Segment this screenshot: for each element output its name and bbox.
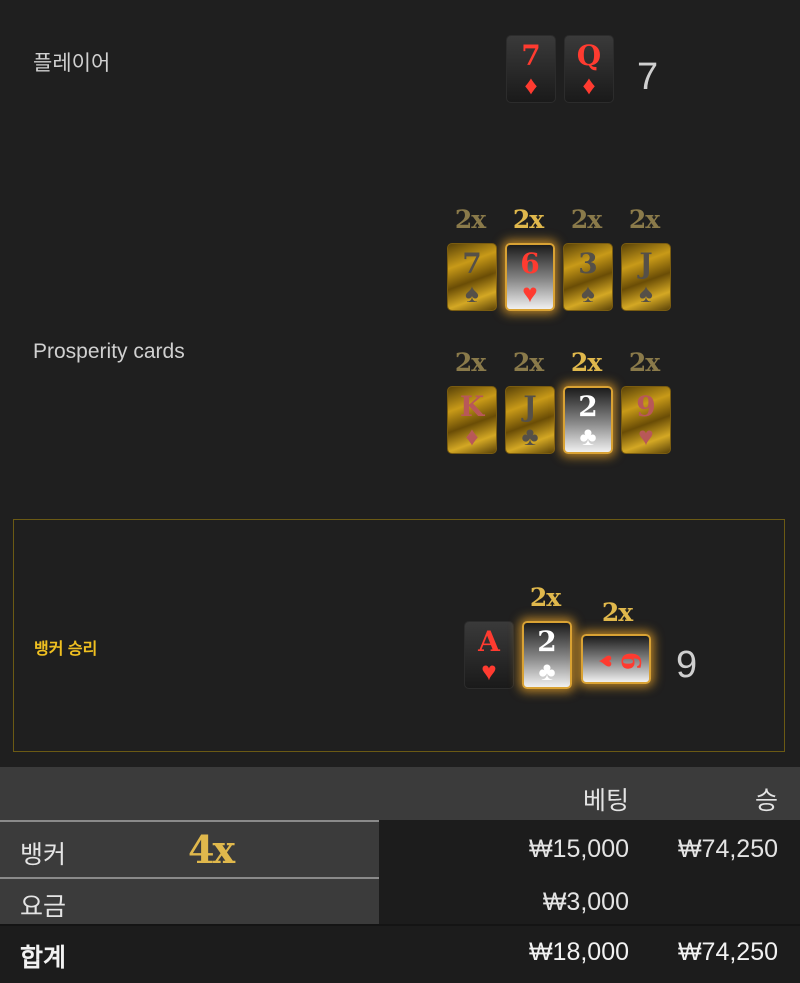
- spade-icon: ♠: [581, 278, 595, 308]
- card-rank: 6: [615, 651, 645, 671]
- total-win-amount: ₩74,250: [677, 938, 778, 966]
- club-icon: ♣: [521, 421, 539, 451]
- heart-icon: ♥: [522, 278, 538, 308]
- total-bet-amount: ₩18,000: [528, 938, 629, 966]
- multiplier-badge: 2x: [529, 583, 561, 612]
- card-rank: 7: [462, 247, 482, 280]
- multiplier-badge: 2x: [601, 598, 633, 627]
- table-total-row: 합계 ₩18,000 ₩74,250: [0, 924, 800, 983]
- player-card-1: 7 ♦: [506, 35, 556, 103]
- row-name: 뱅커: [20, 841, 67, 869]
- player-label: 플레이어: [33, 52, 111, 75]
- player-score: 7: [637, 56, 659, 98]
- multiplier-badge: 2x: [512, 348, 544, 377]
- card-rank: 2: [578, 390, 598, 423]
- banker-card-1: A ♥: [464, 621, 514, 689]
- banker-win-panel: [13, 519, 785, 752]
- prosperity-label: Prosperity cards: [33, 340, 185, 363]
- card-rank: 2: [537, 625, 557, 658]
- card-rank: J: [639, 247, 653, 280]
- table-row: 요금 ₩3,000: [0, 877, 800, 924]
- bet-amount: ₩3,000: [542, 888, 629, 916]
- banker-card-2: 2 ♣: [522, 621, 572, 689]
- multiplier-badge: 2x: [570, 205, 602, 234]
- heart-icon: ♥: [638, 421, 654, 451]
- card-rank: 6: [520, 247, 540, 280]
- multiplier-badge: 2x: [512, 205, 544, 234]
- prosperity-card: J ♣: [505, 386, 555, 454]
- card-rank: Q: [576, 39, 602, 72]
- table-header: 베팅 승: [0, 767, 800, 820]
- multiplier-badge: 2x: [454, 348, 486, 377]
- multiplier-badge: 2x: [570, 348, 602, 377]
- card-rank: 9: [636, 390, 656, 423]
- multiplier-badge: 2x: [628, 348, 660, 377]
- row-name: 요금: [20, 893, 67, 921]
- card-rank: 7: [521, 39, 541, 72]
- spade-icon: ♠: [639, 278, 653, 308]
- prosperity-card: 9 ♥: [621, 386, 671, 454]
- prosperity-card: J ♠: [621, 243, 671, 311]
- bet-amount: ₩15,000: [528, 835, 629, 863]
- card-rank: K: [459, 390, 485, 423]
- diamond-icon: ♦: [582, 70, 596, 100]
- club-icon: ♣: [538, 656, 556, 686]
- card-rank: 3: [578, 247, 598, 280]
- player-card-2: Q ♦: [564, 35, 614, 103]
- prosperity-card-highlighted: 2 ♣: [563, 386, 613, 454]
- club-icon: ♣: [579, 421, 597, 451]
- prosperity-card: K ♦: [447, 386, 497, 454]
- multiplier-badge: 2x: [628, 205, 660, 234]
- total-label: 합계: [20, 944, 67, 972]
- diamond-icon: ♦: [524, 70, 538, 100]
- payout-multiplier: 4x: [188, 827, 235, 872]
- banker-win-label: 뱅커 승리: [34, 641, 98, 658]
- spade-icon: ♠: [465, 278, 479, 308]
- win-column-header: 승: [754, 787, 778, 815]
- banker-card-3-sideways: 6 ♥: [581, 634, 651, 684]
- bet-column-header: 베팅: [582, 787, 629, 815]
- diamond-icon: ♦: [465, 421, 479, 451]
- banker-score: 9: [676, 644, 698, 686]
- table-row: 뱅커 4x ₩15,000 ₩74,250: [0, 820, 800, 877]
- prosperity-card: 7 ♠: [447, 243, 497, 311]
- win-amount: ₩74,250: [677, 835, 778, 863]
- heart-icon: ♥: [481, 656, 497, 686]
- card-rank: A: [478, 625, 500, 658]
- card-rank: J: [523, 390, 537, 423]
- multiplier-badge: 2x: [454, 205, 486, 234]
- prosperity-card-highlighted: 6 ♥: [505, 243, 555, 311]
- heart-icon: ♥: [594, 654, 619, 668]
- prosperity-card: 3 ♠: [563, 243, 613, 311]
